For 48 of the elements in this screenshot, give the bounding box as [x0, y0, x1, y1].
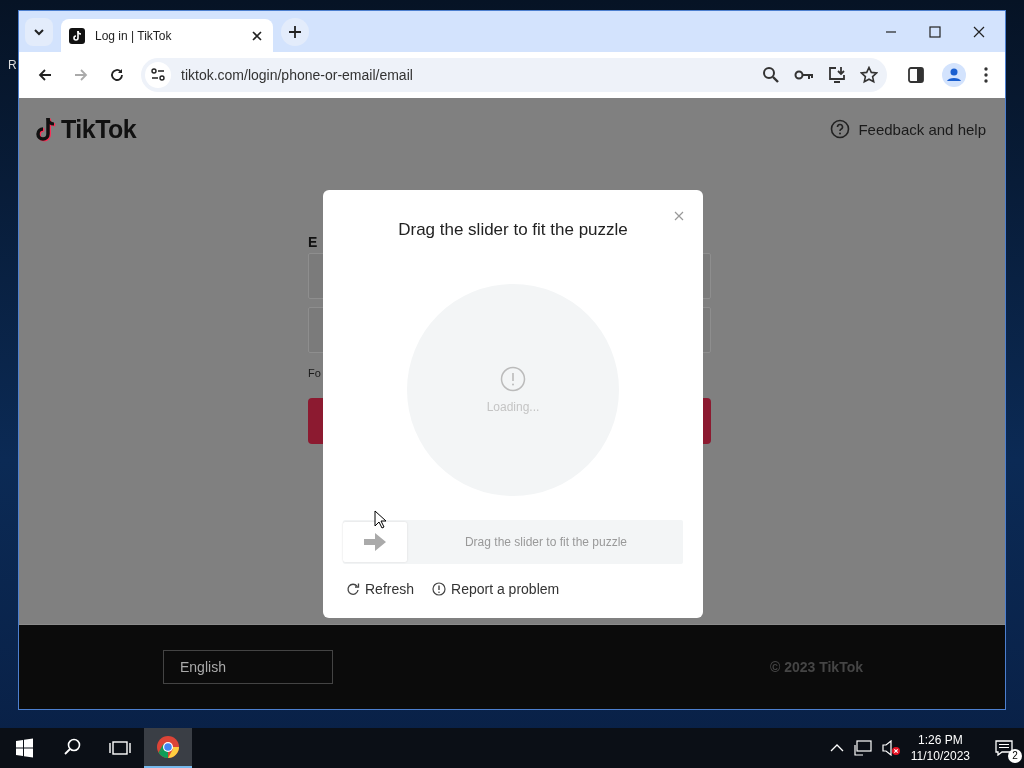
star-icon[interactable]	[860, 66, 878, 84]
key-icon[interactable]	[794, 69, 814, 81]
maximize-icon[interactable]	[929, 25, 941, 38]
alert-icon	[432, 582, 447, 596]
slider-hint: Drag the slider to fit the puzzle	[463, 535, 629, 549]
new-tab-icon[interactable]	[281, 17, 309, 46]
slider-handle[interactable]	[343, 522, 407, 562]
install-app-icon[interactable]	[828, 66, 846, 84]
message-icon	[995, 740, 1013, 756]
chevron-up-icon[interactable]	[829, 744, 844, 752]
help-link[interactable]: Feedback and help	[858, 120, 986, 138]
help-icon[interactable]	[830, 119, 851, 139]
clock[interactable]: 1:26 PM 11/10/2023	[910, 732, 970, 764]
date-text: 11/10/2023	[910, 748, 970, 764]
muted-speaker-icon[interactable]	[881, 740, 900, 756]
network-icon[interactable]	[853, 740, 872, 756]
chrome-icon	[156, 735, 180, 759]
close-icon[interactable]	[251, 29, 263, 42]
browser-tab[interactable]: Log in | TikTok	[61, 19, 273, 52]
tab-title: Log in | TikTok	[95, 28, 173, 43]
site-settings-icon[interactable]	[145, 62, 171, 88]
refresh-icon	[346, 582, 360, 596]
arrow-icon	[364, 533, 386, 551]
tab-search-icon[interactable]	[25, 17, 53, 46]
forward-icon	[73, 67, 89, 83]
notification-button[interactable]: 2	[984, 728, 1024, 768]
field-label: E	[308, 234, 319, 252]
back-icon[interactable]	[37, 67, 53, 83]
address-bar[interactable]: tiktok.com/login/phone-or-email/email	[141, 58, 887, 92]
url-text[interactable]: tiktok.com/login/phone-or-email/email	[181, 67, 413, 83]
profile-icon[interactable]	[942, 63, 966, 87]
refresh-link[interactable]: Refresh	[346, 581, 415, 597]
dialog-title: Drag the slider to fit the puzzle	[398, 220, 628, 240]
desktop-icon-label[interactable]: R	[8, 58, 17, 72]
logo-text[interactable]: TikTok	[61, 114, 137, 144]
taskbar-app[interactable]	[144, 728, 192, 768]
tiktok-favicon-icon	[69, 27, 85, 44]
notification-count: 2	[1008, 749, 1022, 763]
time-text: 1:26 PM	[917, 732, 964, 748]
close-icon[interactable]	[973, 25, 985, 38]
reload-icon[interactable]	[109, 67, 125, 83]
language-select[interactable]: English	[163, 650, 333, 684]
alert-icon	[500, 366, 526, 392]
menu-icon[interactable]	[984, 67, 988, 83]
side-panel-icon[interactable]	[908, 67, 924, 83]
search-icon[interactable]	[762, 66, 780, 84]
report-link[interactable]: Report a problem	[432, 581, 560, 597]
copyright-text: © 2023 TikTok	[769, 659, 863, 675]
